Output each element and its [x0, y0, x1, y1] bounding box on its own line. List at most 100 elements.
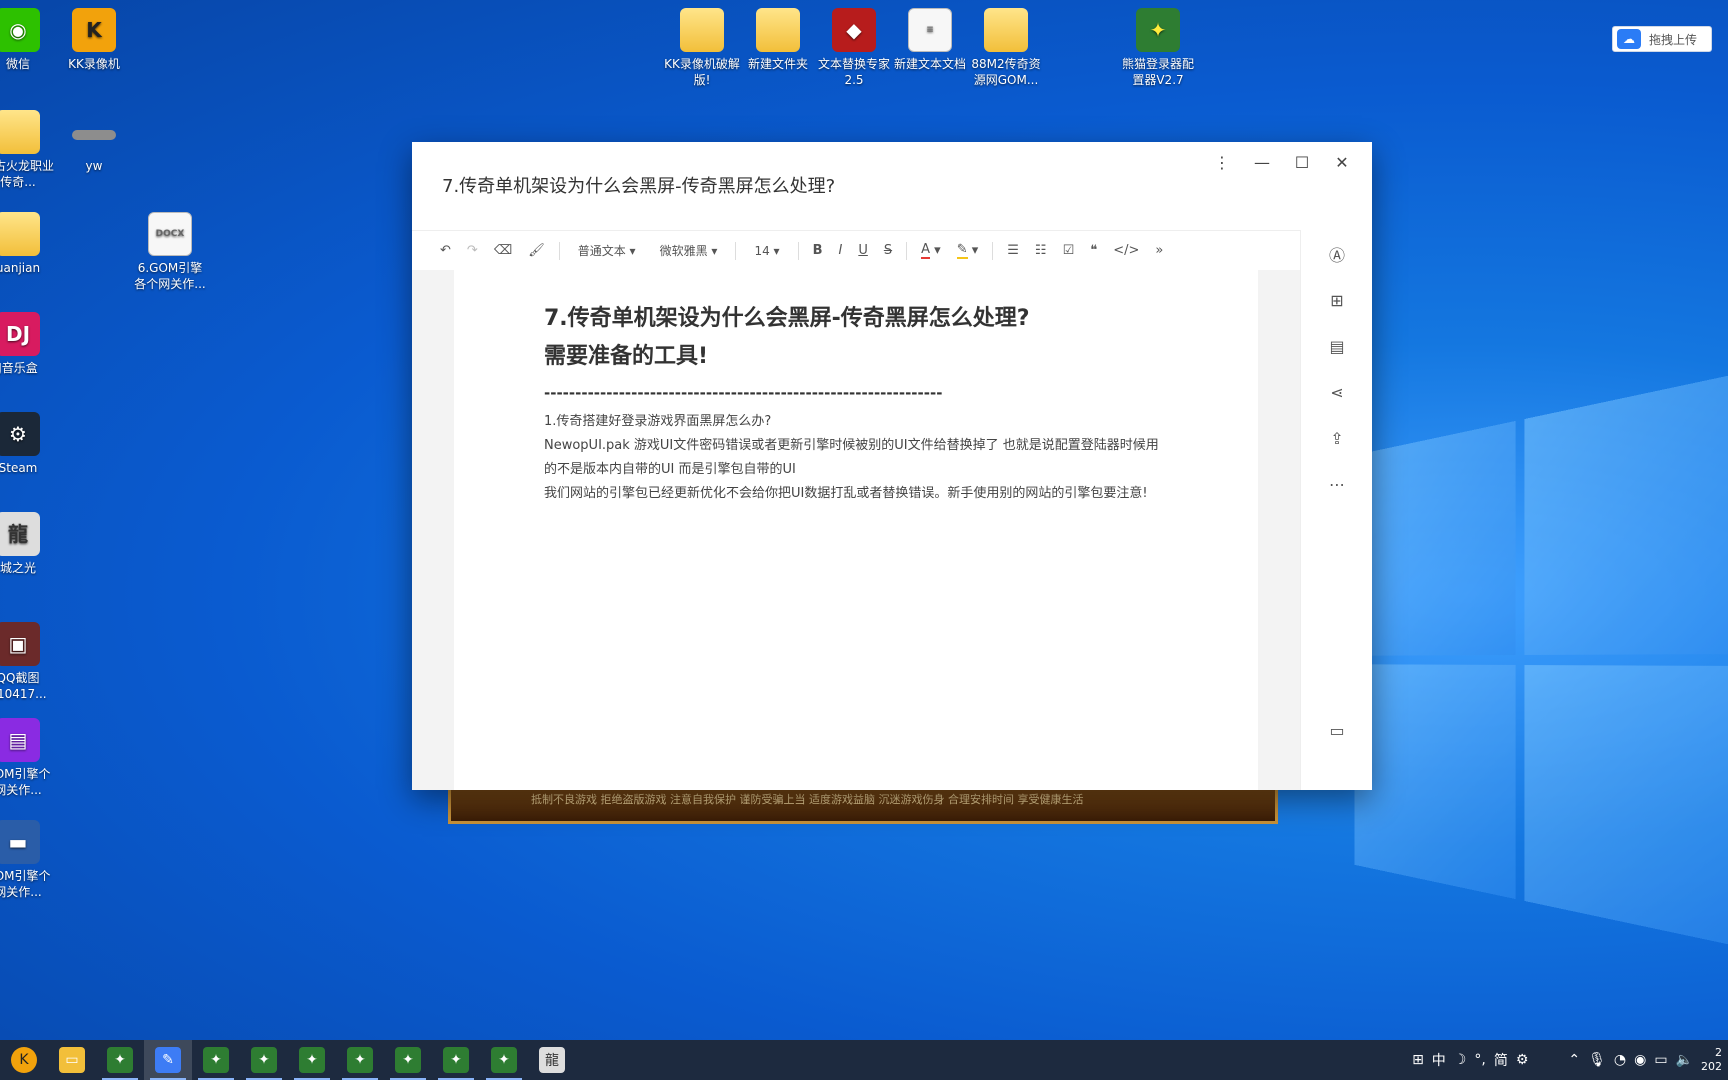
login-config-icon: ✦ — [1136, 8, 1180, 52]
long-game-icon: 龍 — [0, 512, 40, 556]
game-app-icon: ✦ — [395, 1047, 421, 1073]
format-toolbar: ↶ ↷ ⌫ 🖌 普通文本 ▾ 微软雅黑 ▾ 14 ▾ B I U S A ▾ ✎… — [412, 230, 1300, 270]
italic-button[interactable]: I — [830, 238, 850, 264]
font-family-select[interactable]: 微软雅黑 ▾ — [648, 238, 730, 264]
share-icon[interactable]: ⋖ — [1325, 380, 1349, 404]
ime-mode[interactable]: 简 — [1494, 1050, 1508, 1070]
game-app-icon: ✦ — [203, 1047, 229, 1073]
taskbar-game-app[interactable]: ✦ — [288, 1040, 336, 1080]
doc-dashed-rule: ----------------------------------------… — [544, 384, 943, 402]
clock-date: 202 — [1701, 1060, 1722, 1073]
quote-icon[interactable]: ❝ — [1082, 238, 1105, 264]
bold-button[interactable]: B — [805, 238, 831, 264]
font-color-button[interactable]: A ▾ — [913, 238, 949, 264]
close-button[interactable]: ✕ — [1322, 148, 1362, 176]
desktop-icon-steam[interactable]: ⚙ Steam — [0, 412, 56, 476]
strikethrough-button[interactable]: S — [876, 238, 900, 264]
screenshot-icon: ▣ — [0, 622, 40, 666]
ime-grid-icon[interactable]: ⊞ — [1412, 1052, 1424, 1068]
desktop-icon-video[interactable]: ▬ GOM引擎个网关作... — [0, 820, 56, 900]
taskbar-game-app[interactable]: ✦ — [432, 1040, 480, 1080]
more-tools-icon[interactable]: » — [1147, 238, 1171, 264]
clock[interactable]: 2 202 — [1701, 1046, 1722, 1074]
outline-icon[interactable]: ▤ — [1325, 334, 1349, 358]
desktop-icon-qq-screenshot[interactable]: ▣ QQ截图210417... — [0, 622, 56, 702]
desktop-icon-label: 微信 — [5, 57, 30, 71]
taskbar-long-game[interactable]: 龍 — [528, 1040, 576, 1080]
taskbar-game-app[interactable]: ✦ — [336, 1040, 384, 1080]
desktop-icon-new-text[interactable]: ≡ 新建文本文档 — [892, 8, 968, 72]
taskbar-game-app[interactable]: ✦ — [480, 1040, 528, 1080]
desktop-icon-label: 城之光 — [0, 561, 36, 575]
desktop-icon-folder[interactable]: 复古火龙职业传奇... — [0, 110, 56, 190]
taskbar-note-editor[interactable]: ✎ — [144, 1040, 192, 1080]
checklist-icon[interactable]: ☑ — [1055, 238, 1083, 264]
desktop-icon-docx[interactable]: DOCX 6.GOM引擎各个网关作... — [132, 212, 208, 292]
long-game-icon: 龍 — [539, 1047, 565, 1073]
clear-format-icon[interactable]: ⌫ — [486, 238, 520, 264]
microphone-icon[interactable]: 🎙 — [1588, 1052, 1606, 1068]
export-icon[interactable]: ⇪ — [1325, 426, 1349, 450]
qq-icon[interactable]: ◔ — [1614, 1052, 1626, 1068]
code-icon[interactable]: </> — [1105, 238, 1147, 264]
desktop-icon-text-replace[interactable]: ◆ 文本替换专家2.5 — [816, 8, 892, 88]
steam-icon: ⚙ — [0, 412, 40, 456]
desktop-icon-yw[interactable]: yw — [56, 110, 132, 174]
desktop-icon-long-game[interactable]: 龍 城之光 — [0, 512, 56, 576]
divider — [735, 241, 737, 260]
highlight-button[interactable]: ✎ ▾ — [949, 238, 987, 264]
font-size-select[interactable]: 14 ▾ — [742, 238, 791, 264]
doc-paragraph: 1.传奇搭建好登录游戏界面黑屏怎么办? — [544, 414, 772, 429]
taskbar-game-app[interactable]: ✦ — [384, 1040, 432, 1080]
ime-language[interactable]: 中 — [1432, 1050, 1446, 1070]
taskbar-game-app[interactable]: ✦ — [96, 1040, 144, 1080]
undo-icon[interactable]: ↶ — [432, 238, 459, 264]
desktop-icon-login-config[interactable]: ✦ 熊猫登录器配置器V2.7 — [1120, 8, 1196, 88]
upload-label: 拖拽上传 — [1649, 32, 1698, 47]
punctuation-icon[interactable]: °, — [1474, 1052, 1485, 1068]
chevron-up-icon[interactable]: ⌃ — [1568, 1052, 1580, 1068]
dj-music-icon: DJ — [0, 312, 40, 356]
wechat-tray-icon[interactable]: ◉ — [1634, 1052, 1646, 1068]
text-box-icon[interactable]: Ⓐ — [1325, 242, 1349, 266]
folder-icon — [0, 212, 40, 256]
taskbar-file-explorer[interactable]: ▭ — [48, 1040, 96, 1080]
doc-paragraph: 我们网站的引擎包已经更新优化不会给你把UI数据打乱或者替换错误。新手使用别的网站… — [544, 486, 1148, 501]
desktop-icon-88m2[interactable]: 88M2传奇资源网GOM... — [968, 8, 1044, 88]
desktop-icon-label: yw — [85, 159, 103, 173]
numbered-list-icon[interactable]: ☷ — [1027, 238, 1055, 264]
gear-icon[interactable]: ⚙ — [1516, 1052, 1529, 1068]
maximize-button[interactable]: ☐ — [1282, 148, 1322, 176]
windows-logo-wallpaper — [1354, 370, 1728, 950]
more-options-icon[interactable]: ⋮ — [1202, 148, 1242, 176]
format-painter-icon[interactable]: 🖌 — [520, 238, 553, 264]
redo-icon[interactable]: ↷ — [459, 238, 486, 264]
taskbar-kk-recorder[interactable]: K — [0, 1040, 48, 1080]
desktop-icon-winrar[interactable]: ▤ GOM引擎个网关作... — [0, 718, 56, 798]
drag-upload-widget[interactable]: ☁ 拖拽上传 — [1612, 26, 1712, 52]
more-icon[interactable]: ⋯ — [1325, 472, 1349, 496]
desktop-icon-kk-recorder[interactable]: K KK录像机 — [56, 8, 132, 72]
desktop-icon-new-folder[interactable]: 新建文件夹 — [740, 8, 816, 72]
desktop-icon-label: KK录像机破解版! — [664, 57, 740, 87]
desktop-icon-wechat[interactable]: ◉ 微信 — [0, 8, 56, 72]
taskbar-game-app[interactable]: ✦ — [192, 1040, 240, 1080]
desktop-icon-folder[interactable]: uanjian — [0, 212, 56, 276]
desktop-icon-kk-cracked[interactable]: KK录像机破解版! — [664, 8, 740, 88]
desktop-icon-label: uanjian — [0, 261, 41, 275]
insert-block-icon[interactable]: ⊞ — [1325, 288, 1349, 312]
taskbar-game-app[interactable]: ✦ — [240, 1040, 288, 1080]
minimize-button[interactable]: — — [1242, 148, 1282, 176]
desktop-icon-label: 6.GOM引擎各个网关作... — [134, 261, 206, 291]
note-editor-icon: ✎ — [155, 1047, 181, 1073]
network-icon[interactable]: ▭ — [1654, 1052, 1667, 1068]
paragraph-style-select[interactable]: 普通文本 ▾ — [566, 238, 648, 264]
document-page[interactable]: 7.传奇单机架设为什么会黑屏-传奇黑屏怎么处理? 需要准备的工具! ------… — [454, 270, 1258, 790]
volume-icon[interactable]: 🔈 — [1676, 1052, 1693, 1068]
game-app-icon: ✦ — [491, 1047, 517, 1073]
underline-button[interactable]: U — [850, 238, 876, 264]
desktop-icon-dj-music[interactable]: DJ J音乐盒 — [0, 312, 56, 376]
bullet-list-icon[interactable]: ☰ — [999, 238, 1027, 264]
panel-toggle-icon[interactable]: ▭ — [1325, 718, 1349, 742]
moon-icon[interactable]: ☽ — [1454, 1052, 1467, 1068]
